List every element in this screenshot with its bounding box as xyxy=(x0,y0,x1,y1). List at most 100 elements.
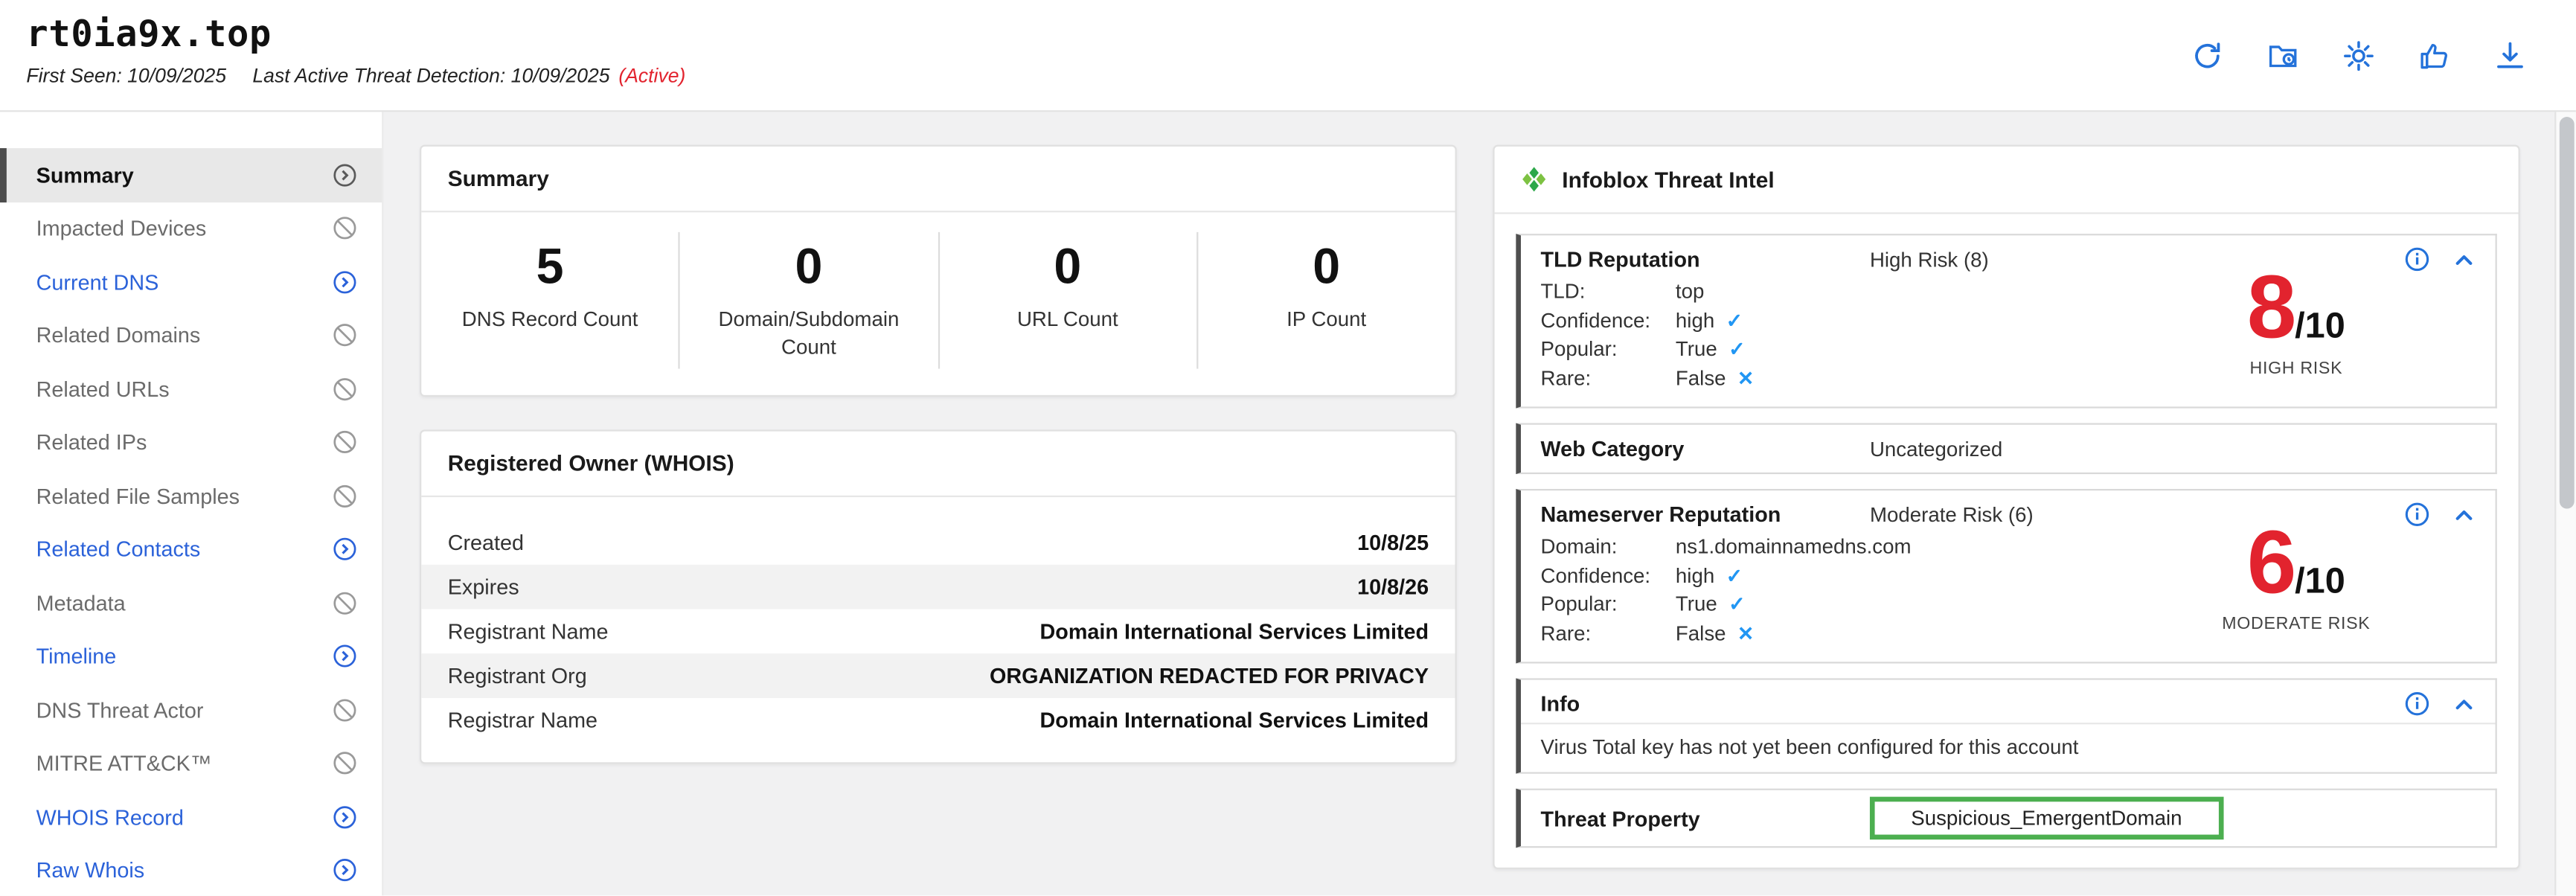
threat-intel-body: TLD Reputation High Risk (8) xyxy=(1495,214,2519,868)
detail-value: True xyxy=(1676,591,1717,620)
whois-card: Registered Owner (WHOIS) Created 10/8/25… xyxy=(420,429,1457,764)
not-available-icon xyxy=(333,323,357,348)
dossier-app: rt0ia9x.top First Seen: 10/09/2025 Last … xyxy=(0,0,2576,896)
not-available-icon xyxy=(333,216,357,240)
row-value: Domain International Services Limited xyxy=(1040,619,1429,644)
refresh-icon[interactable] xyxy=(2191,39,2223,72)
sidebar-item-summary[interactable]: Summary xyxy=(0,148,382,202)
sidebar-item-label: WHOIS Record xyxy=(36,804,333,829)
x-mark-icon: ✕ xyxy=(1737,620,1754,649)
table-row: Created 10/8/25 xyxy=(421,520,1455,565)
risk-score-value: 8/10 xyxy=(2156,263,2436,352)
page-body: Summary Impacted Devices Current DNS Rel… xyxy=(0,112,2576,896)
detail-value: True xyxy=(1676,336,1717,365)
risk-level-text: Moderate Risk (6) xyxy=(1870,503,2034,526)
score-number: 8 xyxy=(2247,258,2295,357)
page-header: rt0ia9x.top First Seen: 10/09/2025 Last … xyxy=(0,0,2576,112)
summary-card-title: Summary xyxy=(421,147,1455,212)
section-title: TLD Reputation xyxy=(1541,247,1870,272)
scrollbar-thumb[interactable] xyxy=(2560,117,2575,508)
check-mark-icon: ✓ xyxy=(1728,336,1745,365)
infoblox-logo-icon xyxy=(1521,166,1547,192)
section-controls xyxy=(2405,691,2476,716)
sidebar-item-timeline[interactable]: Timeline xyxy=(0,630,382,683)
score-denominator: /10 xyxy=(2295,304,2345,345)
stat-value: 0 xyxy=(955,239,1179,298)
detail-label: Popular: xyxy=(1541,336,1676,365)
not-available-icon xyxy=(333,591,357,615)
not-available-icon xyxy=(333,751,357,775)
sidebar-item-current-dns[interactable]: Current DNS xyxy=(0,255,382,309)
risk-score-caption: MODERATE RISK xyxy=(2156,614,2436,634)
sidebar: Summary Impacted Devices Current DNS Rel… xyxy=(0,112,383,896)
sidebar-item-label: Summary xyxy=(36,162,333,187)
sidebar-item-raw-whois[interactable]: Raw Whois xyxy=(0,844,382,896)
threat-property-value: Suspicious_EmergentDomain xyxy=(1870,797,2223,840)
stat-value: 0 xyxy=(1214,239,1438,298)
last-active-detection: Last Active Threat Detection: 10/09/2025… xyxy=(252,64,685,87)
detail-value: ns1.domainnamedns.com xyxy=(1676,534,1912,563)
stat-ip-count: 0 IP Count xyxy=(1196,232,1455,369)
row-label: Registrar Name xyxy=(448,708,597,732)
case-folder-icon[interactable] xyxy=(2266,39,2299,72)
sidebar-item-dns-threat-actor[interactable]: DNS Threat Actor xyxy=(0,683,382,737)
table-row: Registrar Name Domain International Serv… xyxy=(421,698,1455,743)
sidebar-item-label: Related File Samples xyxy=(36,484,333,508)
not-available-icon xyxy=(333,377,357,401)
stat-value: 0 xyxy=(696,239,920,298)
table-row: Registrant Org ORGANIZATION REDACTED FOR… xyxy=(421,653,1455,698)
sidebar-item-mitre-attack[interactable]: MITRE ATT&CK™ xyxy=(0,737,382,790)
risk-score: 8/10 HIGH RISK xyxy=(2156,263,2436,379)
section-title: Nameserver Reputation xyxy=(1541,502,1870,527)
settings-gear-icon[interactable] xyxy=(2342,39,2375,72)
detail-label: Rare: xyxy=(1541,365,1676,394)
stat-url-count: 0 URL Count xyxy=(938,232,1196,369)
risk-score-value: 6/10 xyxy=(2156,519,2436,607)
info-icon[interactable] xyxy=(2405,691,2429,716)
risk-level-text: High Risk (8) xyxy=(1870,248,1989,271)
header-actions xyxy=(2191,39,2526,72)
row-label: Expires xyxy=(448,575,519,599)
detail-label: Popular: xyxy=(1541,591,1676,620)
web-category-value: Uncategorized xyxy=(1870,437,2002,460)
chevron-circle-icon xyxy=(333,162,357,187)
check-mark-icon: ✓ xyxy=(1726,562,1743,591)
summary-card: Summary 5 DNS Record Count 0 Domain/Subd… xyxy=(420,145,1457,397)
sidebar-item-whois-record[interactable]: WHOIS Record xyxy=(0,790,382,844)
chevron-circle-icon xyxy=(333,644,357,668)
sidebar-item-label: Related URLs xyxy=(36,377,333,401)
sidebar-item-impacted-devices[interactable]: Impacted Devices xyxy=(0,202,382,255)
detail-value: False xyxy=(1676,620,1726,649)
sidebar-item-related-contacts[interactable]: Related Contacts xyxy=(0,522,382,576)
nameserver-reputation-section: Nameserver Reputation Moderate Risk (6) xyxy=(1516,489,2496,663)
download-icon[interactable] xyxy=(2493,39,2526,72)
sidebar-item-related-urls[interactable]: Related URLs xyxy=(0,362,382,416)
info-section: Info Virus Total ke xyxy=(1516,678,2496,773)
section-header: Web Category Uncategorized xyxy=(1521,425,2496,473)
sidebar-item-related-domains[interactable]: Related Domains xyxy=(0,309,382,362)
vertical-scrollbar[interactable] xyxy=(2554,112,2576,896)
risk-score: 6/10 MODERATE RISK xyxy=(2156,519,2436,634)
stat-dns-record-count: 5 DNS Record Count xyxy=(421,232,679,369)
chevron-up-icon[interactable] xyxy=(2452,248,2476,271)
chevron-up-icon[interactable] xyxy=(2452,503,2476,526)
sidebar-item-related-ips[interactable]: Related IPs xyxy=(0,416,382,470)
sidebar-item-label: Related Contacts xyxy=(36,537,333,562)
sidebar-item-metadata[interactable]: Metadata xyxy=(0,576,382,630)
sidebar-item-label: Metadata xyxy=(36,591,333,615)
info-message: Virus Total key has not yet been configu… xyxy=(1521,723,2496,772)
check-mark-icon: ✓ xyxy=(1726,307,1743,336)
detail-label: Rare: xyxy=(1541,620,1676,649)
thumbs-up-icon[interactable] xyxy=(2418,39,2451,72)
main-content: Summary 5 DNS Record Count 0 Domain/Subd… xyxy=(383,112,2576,896)
first-seen: First Seen: 10/09/2025 xyxy=(26,64,226,87)
sidebar-item-related-file-samples[interactable]: Related File Samples xyxy=(0,469,382,522)
chevron-up-icon[interactable] xyxy=(2452,692,2476,715)
last-active-label: Last Active Threat Detection: xyxy=(252,64,505,87)
whois-card-title: Registered Owner (WHOIS) xyxy=(421,432,1455,497)
sidebar-item-label: Impacted Devices xyxy=(36,216,333,240)
row-value: 10/8/26 xyxy=(1357,575,1429,599)
row-label: Registrant Name xyxy=(448,619,609,644)
threat-property-label: Threat Property xyxy=(1541,806,1870,831)
active-badge: (Active) xyxy=(618,64,685,87)
